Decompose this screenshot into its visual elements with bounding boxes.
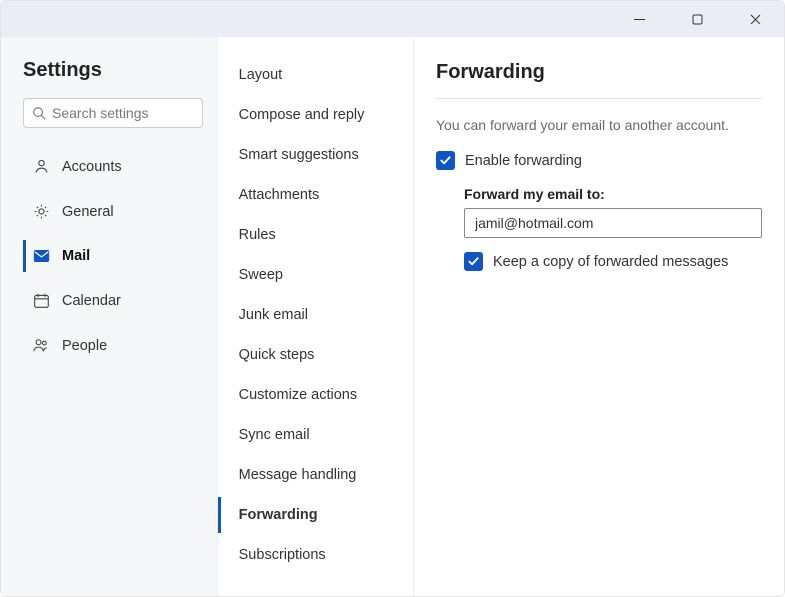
gear-icon xyxy=(32,203,50,220)
subnav-compose[interactable]: Compose and reply xyxy=(218,97,413,133)
forward-to-input[interactable] xyxy=(464,208,762,238)
enable-forwarding-label: Enable forwarding xyxy=(465,153,582,169)
page-title: Forwarding xyxy=(436,61,762,84)
subnav-layout[interactable]: Layout xyxy=(218,57,413,93)
check-icon xyxy=(467,255,480,268)
subnav-message-handling[interactable]: Message handling xyxy=(218,457,413,493)
nav-label: General xyxy=(62,204,114,220)
enable-forwarding-checkbox[interactable] xyxy=(436,151,455,170)
nav-calendar[interactable]: Calendar xyxy=(23,284,203,317)
mail-icon xyxy=(32,249,50,263)
subnav-smart-suggestions[interactable]: Smart suggestions xyxy=(218,137,413,173)
keep-copy-row: Keep a copy of forwarded messages xyxy=(464,252,762,271)
settings-nav: Accounts General Mail Calendar xyxy=(23,150,203,362)
subnav-attachments[interactable]: Attachments xyxy=(218,177,413,213)
nav-label: Accounts xyxy=(62,159,122,175)
person-icon xyxy=(32,158,50,175)
subnav-junk-email[interactable]: Junk email xyxy=(218,297,413,333)
close-icon xyxy=(750,14,761,25)
minimize-icon xyxy=(634,14,645,25)
maximize-button[interactable] xyxy=(680,5,714,33)
nav-general[interactable]: General xyxy=(23,195,203,228)
nav-label: Calendar xyxy=(62,293,121,309)
divider xyxy=(436,98,762,99)
title-bar xyxy=(1,1,784,37)
people-icon xyxy=(32,337,50,354)
calendar-icon xyxy=(32,292,50,309)
nav-label: People xyxy=(62,338,107,354)
nav-accounts[interactable]: Accounts xyxy=(23,150,203,183)
forward-to-label: Forward my email to: xyxy=(464,186,762,202)
subnav-forwarding[interactable]: Forwarding xyxy=(218,497,413,533)
nav-mail[interactable]: Mail xyxy=(23,240,203,272)
subnav-customize-actions[interactable]: Customize actions xyxy=(218,377,413,413)
minimize-button[interactable] xyxy=(622,5,656,33)
subnav-quick-steps[interactable]: Quick steps xyxy=(218,337,413,373)
search-input[interactable] xyxy=(52,105,194,121)
subnav-sync-email[interactable]: Sync email xyxy=(218,417,413,453)
enable-forwarding-row: Enable forwarding xyxy=(436,151,762,170)
nav-label: Mail xyxy=(62,248,90,264)
keep-copy-label: Keep a copy of forwarded messages xyxy=(493,254,728,270)
mail-subnav: Layout Compose and reply Smart suggestio… xyxy=(218,37,414,596)
search-icon xyxy=(32,106,46,120)
settings-title: Settings xyxy=(23,59,203,82)
maximize-icon xyxy=(692,14,703,25)
close-button[interactable] xyxy=(738,5,772,33)
content-panel: Forwarding You can forward your email to… xyxy=(414,37,784,596)
subnav-rules[interactable]: Rules xyxy=(218,217,413,253)
settings-sidebar: Settings Accounts General xyxy=(1,37,218,596)
keep-copy-checkbox[interactable] xyxy=(464,252,483,271)
subnav-subscriptions[interactable]: Subscriptions xyxy=(218,537,413,573)
forwarding-options: Forward my email to: Keep a copy of forw… xyxy=(464,186,762,271)
main-layout: Settings Accounts General xyxy=(1,37,784,596)
forwarding-description: You can forward your email to another ac… xyxy=(436,117,762,133)
subnav-sweep[interactable]: Sweep xyxy=(218,257,413,293)
check-icon xyxy=(439,154,452,167)
nav-people[interactable]: People xyxy=(23,329,203,362)
search-settings[interactable] xyxy=(23,98,203,128)
